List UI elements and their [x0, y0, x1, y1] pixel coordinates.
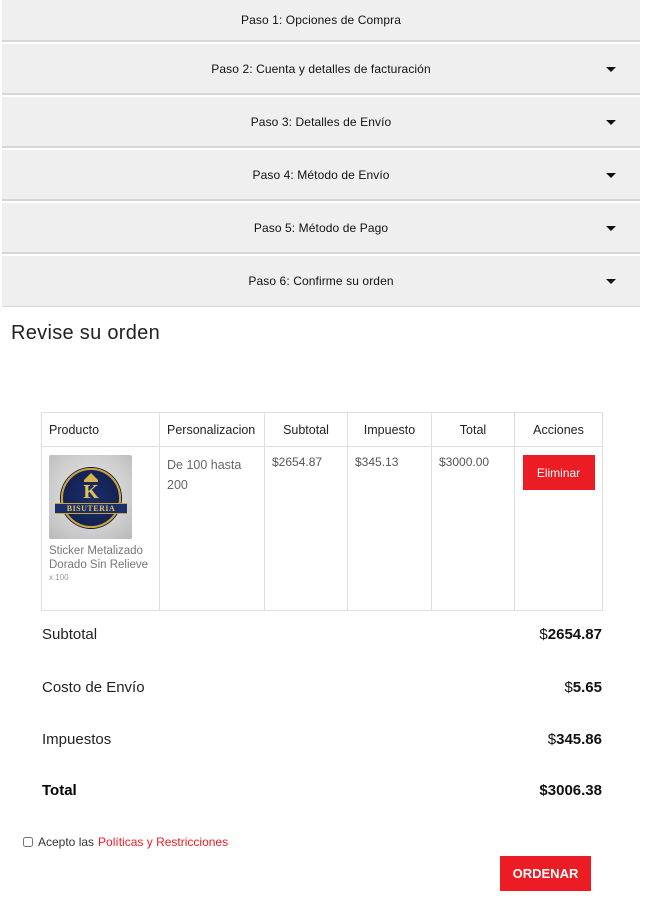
- summary-total: Total $3006.38: [42, 778, 602, 802]
- badge-ribbon-text: BISUTERIA: [55, 503, 127, 514]
- col-total: Total: [431, 412, 515, 447]
- order-table: Producto Personalizacion Subtotal Impues…: [41, 412, 603, 611]
- caret-down-icon: [606, 225, 616, 231]
- step-1-header[interactable]: Paso 1: Opciones de Compra: [2, 0, 640, 42]
- terms-link[interactable]: Políticas y Restricciones: [98, 835, 228, 849]
- product-sticker-badge-icon: K BISUTERIA: [55, 468, 127, 528]
- caret-down-icon: [606, 66, 616, 72]
- step-4-header[interactable]: Paso 4: Método de Envío: [2, 150, 640, 201]
- delete-item-button[interactable]: Eliminar: [522, 455, 595, 490]
- caret-down-icon: [606, 279, 616, 284]
- step-3-label: Paso 3: Detalles de Envío: [250, 114, 392, 129]
- terms-prefix: Acepto las: [38, 835, 95, 849]
- col-personalizacion: Personalizacion: [159, 412, 265, 447]
- caret-down-icon: [606, 172, 616, 178]
- review-title: Revise su orden: [11, 322, 161, 344]
- product-cell: K BISUTERIA Sticker Metalizado Dorado Si…: [41, 446, 160, 611]
- summary-total-label: Total: [42, 781, 77, 799]
- step-5-label: Paso 5: Método de Pago: [253, 220, 389, 235]
- terms-row: Acepto las Políticas y Restricciones: [23, 835, 228, 849]
- summary-taxes-label: Impuestos: [42, 730, 112, 748]
- caret-down-icon: [606, 119, 616, 125]
- summary-shipping: Costo de Envío $5.65: [42, 675, 602, 699]
- col-subtotal: Subtotal: [264, 412, 348, 447]
- step-2-header[interactable]: Paso 2: Cuenta y detalles de facturación: [2, 44, 640, 95]
- summary-subtotal-label: Subtotal: [42, 625, 98, 643]
- product-name: Sticker Metalizado Dorado Sin Relieve: [49, 545, 149, 571]
- table-header-row: Producto Personalizacion Subtotal Impues…: [41, 412, 603, 447]
- product-qty: x 100: [49, 573, 69, 582]
- total-cell: $3000.00: [431, 446, 515, 611]
- actions-cell: Eliminar: [514, 446, 603, 611]
- product-image: K BISUTERIA: [49, 455, 132, 539]
- step-1-label: Paso 1: Opciones de Compra: [240, 13, 402, 27]
- step-6-label: Paso 6: Confirme su orden: [248, 274, 394, 288]
- step-5-header[interactable]: Paso 5: Método de Pago: [2, 203, 640, 254]
- summary-shipping-value: $5.65: [564, 678, 602, 696]
- step-3-header[interactable]: Paso 3: Detalles de Envío: [2, 97, 640, 148]
- step-2-label: Paso 2: Cuenta y detalles de facturación: [211, 61, 431, 76]
- summary-subtotal-value: $2654.87: [539, 625, 602, 643]
- summary-taxes: Impuestos $345.86: [42, 727, 602, 751]
- summary-subtotal: Subtotal $2654.87: [42, 622, 602, 646]
- tax-cell: $345.13: [347, 446, 432, 611]
- col-impuesto: Impuesto: [347, 412, 432, 447]
- terms-checkbox[interactable]: [23, 837, 33, 847]
- summary-shipping-label: Costo de Envío: [42, 678, 145, 696]
- subtotal-cell: $2654.87: [264, 446, 348, 611]
- summary-total-value: $3006.38: [539, 781, 602, 799]
- badge-letter: K: [83, 481, 99, 503]
- order-button[interactable]: ORDENAR: [500, 856, 591, 891]
- summary-taxes-value: $345.86: [547, 730, 602, 748]
- step-6-header[interactable]: Paso 6: Confirme su orden: [2, 256, 640, 307]
- col-producto: Producto: [41, 412, 160, 447]
- step-4-label: Paso 4: Método de Envío: [252, 167, 390, 182]
- col-acciones: Acciones: [514, 412, 603, 447]
- personalization-cell: De 100 hasta 200: [159, 446, 265, 611]
- table-row: K BISUTERIA Sticker Metalizado Dorado Si…: [41, 446, 603, 611]
